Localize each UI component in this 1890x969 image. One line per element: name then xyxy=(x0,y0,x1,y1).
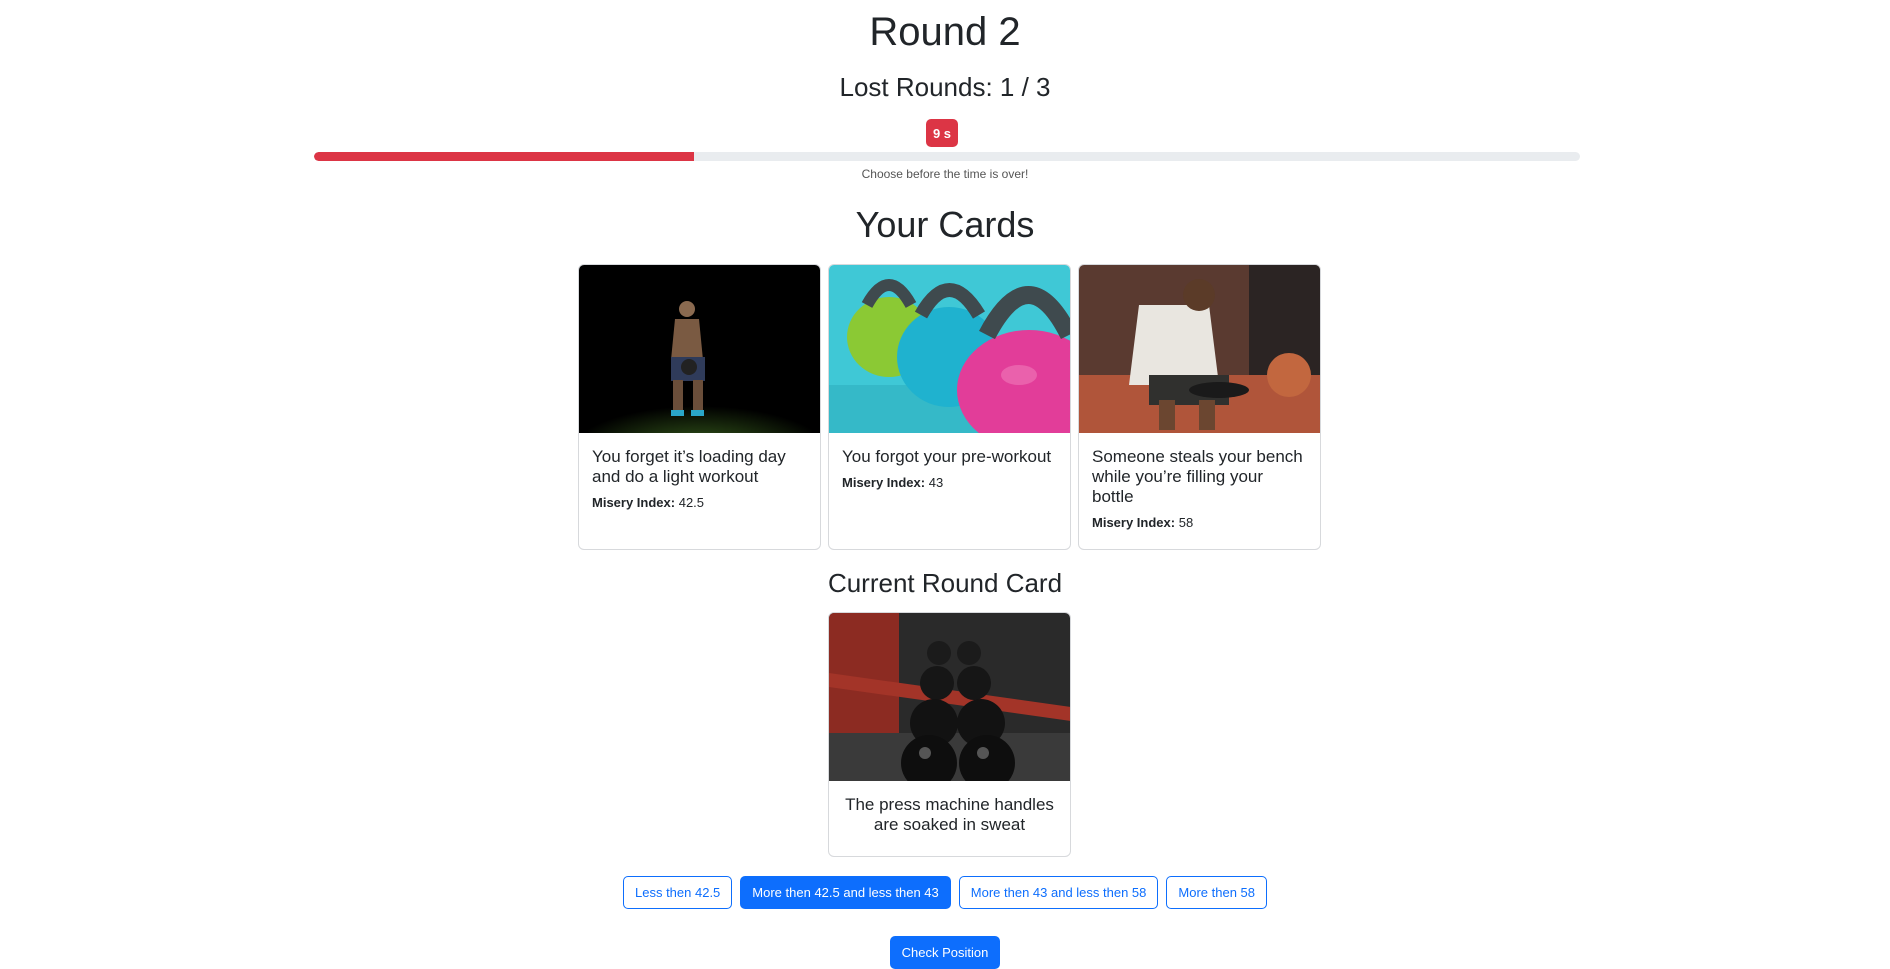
misery-index-value: 43 xyxy=(928,475,944,490)
option-button-selected[interactable]: More then 42.5 and less then 43 xyxy=(740,876,951,909)
option-button[interactable]: More then 43 and less then 58 xyxy=(958,876,1159,909)
game-page: Round 2 Lost Rounds: 1 / 3 9 s Choose be… xyxy=(0,0,1890,969)
current-round-card: The press machine handles are soaked in … xyxy=(828,612,1071,857)
timer-progress-bar xyxy=(314,152,1580,161)
card-title: You forget it’s loading day and do a lig… xyxy=(592,447,786,486)
position-options: Less then 42.5 More then 42.5 and less t… xyxy=(0,876,1890,909)
your-cards-title: Your Cards xyxy=(855,204,1035,245)
card-misery-index: Misery Index: 43 xyxy=(842,475,1057,490)
lost-rounds-counter: Lost Rounds: 1 / 3 xyxy=(839,72,1051,102)
current-round-title: Current Round Card xyxy=(827,568,1063,598)
misery-index-label: Misery Index: xyxy=(592,495,676,510)
misery-index-label: Misery Index: xyxy=(842,475,926,490)
option-button[interactable]: Less then 42.5 xyxy=(623,876,733,909)
card-image xyxy=(829,613,1070,781)
player-card: Someone steals your bench while you’re f… xyxy=(1078,264,1321,550)
player-card: You forgot your pre-workout Misery Index… xyxy=(828,264,1071,550)
card-title: You forgot your pre-workout xyxy=(842,447,1052,466)
card-image xyxy=(579,265,820,433)
current-card-title: The press machine handles are soaked in … xyxy=(845,795,1054,834)
card-image xyxy=(829,265,1070,433)
misery-index-value: 58 xyxy=(1178,515,1194,530)
misery-index-label: Misery Index: xyxy=(1092,515,1176,530)
card-misery-index: Misery Index: 58 xyxy=(1092,515,1307,530)
timer-hint: Choose before the time is over! xyxy=(861,167,1029,181)
option-button[interactable]: More then 58 xyxy=(1166,876,1267,909)
card-title: Someone steals your bench while you’re f… xyxy=(1092,447,1303,506)
player-card: You forget it’s loading day and do a lig… xyxy=(578,264,821,550)
misery-index-value: 42.5 xyxy=(678,495,705,510)
timer-badge: 9 s xyxy=(926,119,958,147)
timer-progress-fill xyxy=(314,152,694,161)
card-image xyxy=(1079,265,1320,433)
round-title: Round 2 xyxy=(869,10,1021,54)
card-misery-index: Misery Index: 42.5 xyxy=(592,495,807,510)
check-position-button[interactable]: Check Position xyxy=(889,936,1001,969)
